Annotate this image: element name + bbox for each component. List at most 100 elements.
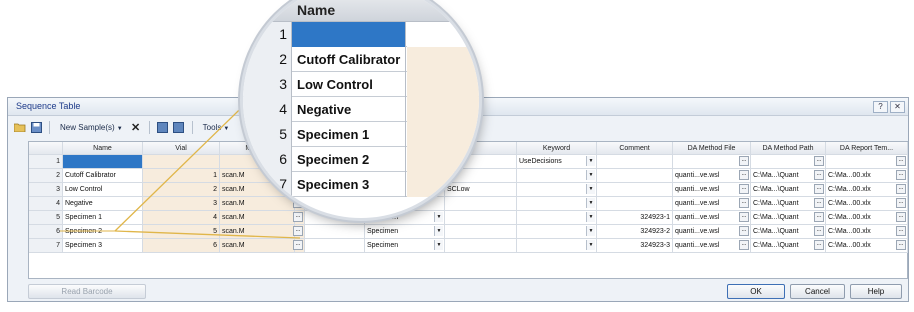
browse-button-icon[interactable]: ... bbox=[739, 198, 749, 208]
read-barcode-button[interactable]: Read Barcode bbox=[28, 284, 146, 299]
browse-button-icon[interactable]: ... bbox=[739, 226, 749, 236]
browse-button-icon[interactable]: ... bbox=[293, 226, 303, 236]
comment-cell[interactable]: 324923-2 bbox=[597, 225, 673, 239]
keyword-cell[interactable]: ▼ bbox=[517, 239, 597, 253]
da-method-file-cell[interactable]: ... bbox=[673, 155, 751, 169]
da-method-file-cell[interactable]: quanti...ve.wsl... bbox=[673, 211, 751, 225]
comment-cell[interactable] bbox=[597, 183, 673, 197]
keyword-cell[interactable]: UseDecisions ▼ bbox=[517, 155, 597, 169]
help-title-button[interactable]: ? bbox=[873, 101, 888, 113]
keyword-cell[interactable]: ▼ bbox=[517, 169, 597, 183]
browse-button-icon[interactable]: ... bbox=[814, 198, 824, 208]
help-button[interactable]: Help bbox=[850, 284, 902, 299]
comment-cell[interactable] bbox=[597, 169, 673, 183]
da-method-file-cell[interactable]: quanti...ve.wsl... bbox=[673, 197, 751, 211]
open-folder-icon[interactable] bbox=[14, 121, 26, 133]
browse-button-icon[interactable]: ... bbox=[814, 226, 824, 236]
dropdown-arrow-icon[interactable]: ▼ bbox=[586, 156, 595, 166]
da-report-template-cell[interactable]: C:\Ma...00.xlx... bbox=[826, 183, 908, 197]
vial-cell[interactable]: 3 bbox=[143, 197, 220, 211]
keyword-cell[interactable]: ▼ bbox=[517, 197, 597, 211]
dropdown-arrow-icon[interactable]: ▼ bbox=[586, 226, 595, 236]
comment-cell[interactable] bbox=[597, 155, 673, 169]
da-method-path-cell[interactable]: C:\Ma...\Quant... bbox=[751, 225, 826, 239]
dropdown-arrow-icon[interactable]: ▼ bbox=[586, 212, 595, 222]
cancel-button[interactable]: Cancel bbox=[790, 284, 845, 299]
method-browse-cell[interactable]: ... bbox=[293, 225, 305, 239]
keyword-cell[interactable]: ▼ bbox=[517, 183, 597, 197]
browse-button-icon[interactable]: ... bbox=[896, 156, 906, 166]
dropdown-arrow-icon[interactable]: ▼ bbox=[434, 240, 443, 250]
browse-button-icon[interactable]: ... bbox=[293, 240, 303, 250]
comment-cell[interactable] bbox=[597, 197, 673, 211]
ok-button[interactable]: OK bbox=[727, 284, 785, 299]
browse-button-icon[interactable]: ... bbox=[896, 184, 906, 194]
browse-button-icon[interactable]: ... bbox=[739, 156, 749, 166]
browse-button-icon[interactable]: ... bbox=[896, 170, 906, 180]
method-browse-cell[interactable]: ... bbox=[293, 239, 305, 253]
tools-menu-button[interactable]: Tools ▼ bbox=[200, 122, 233, 133]
new-samples-button[interactable]: New Sample(s) ▼ bbox=[57, 122, 126, 133]
browse-button-icon[interactable]: ... bbox=[896, 240, 906, 250]
da-report-template-cell[interactable]: C:\Ma...00.xlx... bbox=[826, 197, 908, 211]
keyword-cell[interactable]: ▼ bbox=[517, 211, 597, 225]
da-method-path-cell[interactable]: C:\Ma...\Quant... bbox=[751, 197, 826, 211]
da-method-path-cell[interactable]: C:\Ma...\Quant... bbox=[751, 169, 826, 183]
save-icon[interactable] bbox=[30, 121, 42, 133]
level-cell[interactable] bbox=[445, 225, 517, 239]
vial-cell[interactable]: 5 bbox=[143, 225, 220, 239]
da-report-template-cell[interactable]: C:\Ma...00.xlx... bbox=[826, 225, 908, 239]
browse-button-icon[interactable]: ... bbox=[814, 240, 824, 250]
browse-button-icon[interactable]: ... bbox=[739, 170, 749, 180]
delete-icon[interactable]: ✕ bbox=[130, 121, 142, 134]
dropdown-arrow-icon[interactable]: ▼ bbox=[434, 226, 443, 236]
level-cell[interactable] bbox=[445, 239, 517, 253]
sample-type-cell[interactable]: Specimen ▼ bbox=[365, 225, 445, 239]
append-row-icon[interactable] bbox=[173, 121, 185, 133]
name-cell[interactable] bbox=[63, 155, 143, 169]
grid-cell[interactable] bbox=[305, 225, 365, 239]
dropdown-arrow-icon[interactable]: ▼ bbox=[586, 170, 595, 180]
sample-type-cell[interactable]: Specimen ▼ bbox=[365, 239, 445, 253]
name-cell[interactable]: Low Control bbox=[63, 183, 143, 197]
da-method-file-cell[interactable]: quanti...ve.wsl... bbox=[673, 225, 751, 239]
da-report-template-cell[interactable]: ... bbox=[826, 155, 908, 169]
da-method-file-cell[interactable]: quanti...ve.wsl... bbox=[673, 239, 751, 253]
method-cell[interactable]: scan.M bbox=[220, 239, 295, 253]
vial-cell[interactable]: 6 bbox=[143, 239, 220, 253]
name-cell[interactable]: Specimen 2 bbox=[63, 225, 143, 239]
browse-button-icon[interactable]: ... bbox=[814, 212, 824, 222]
name-cell[interactable]: Negative bbox=[63, 197, 143, 211]
close-title-button[interactable]: ✕ bbox=[890, 101, 905, 113]
browse-button-icon[interactable]: ... bbox=[896, 226, 906, 236]
da-method-file-cell[interactable]: quanti...ve.wsl... bbox=[673, 183, 751, 197]
name-cell[interactable]: Cutoff Calibrator bbox=[63, 169, 143, 183]
dropdown-arrow-icon[interactable]: ▼ bbox=[586, 240, 595, 250]
da-report-template-cell[interactable]: C:\Ma...00.xlx... bbox=[826, 211, 908, 225]
da-method-path-cell[interactable]: C:\Ma...\Quant... bbox=[751, 211, 826, 225]
browse-button-icon[interactable]: ... bbox=[814, 156, 824, 166]
da-method-file-cell[interactable]: quanti...ve.wsl... bbox=[673, 169, 751, 183]
vial-cell[interactable]: 4 bbox=[143, 211, 220, 225]
comment-cell[interactable]: 324923-3 bbox=[597, 239, 673, 253]
insert-row-icon[interactable] bbox=[157, 121, 169, 133]
browse-button-icon[interactable]: ... bbox=[896, 212, 906, 222]
da-method-path-cell[interactable]: C:\Ma...\Quant... bbox=[751, 239, 826, 253]
name-cell[interactable]: Specimen 3 bbox=[63, 239, 143, 253]
dropdown-arrow-icon[interactable]: ▼ bbox=[586, 198, 595, 208]
browse-button-icon[interactable]: ... bbox=[896, 198, 906, 208]
browse-button-icon[interactable]: ... bbox=[814, 170, 824, 180]
name-cell[interactable]: Specimen 1 bbox=[63, 211, 143, 225]
da-report-template-cell[interactable]: C:\Ma...00.xlx... bbox=[826, 169, 908, 183]
da-method-path-cell[interactable]: ... bbox=[751, 155, 826, 169]
grid-cell[interactable] bbox=[305, 239, 365, 253]
vial-cell[interactable]: 1 bbox=[143, 169, 220, 183]
da-report-template-cell[interactable]: C:\Ma...00.xlx... bbox=[826, 239, 908, 253]
browse-button-icon[interactable]: ... bbox=[739, 240, 749, 250]
vial-cell[interactable] bbox=[143, 155, 220, 169]
browse-button-icon[interactable]: ... bbox=[739, 184, 749, 194]
dropdown-arrow-icon[interactable]: ▼ bbox=[586, 184, 595, 194]
browse-button-icon[interactable]: ... bbox=[814, 184, 824, 194]
comment-cell[interactable]: 324923-1 bbox=[597, 211, 673, 225]
method-cell[interactable]: scan.M bbox=[220, 225, 295, 239]
